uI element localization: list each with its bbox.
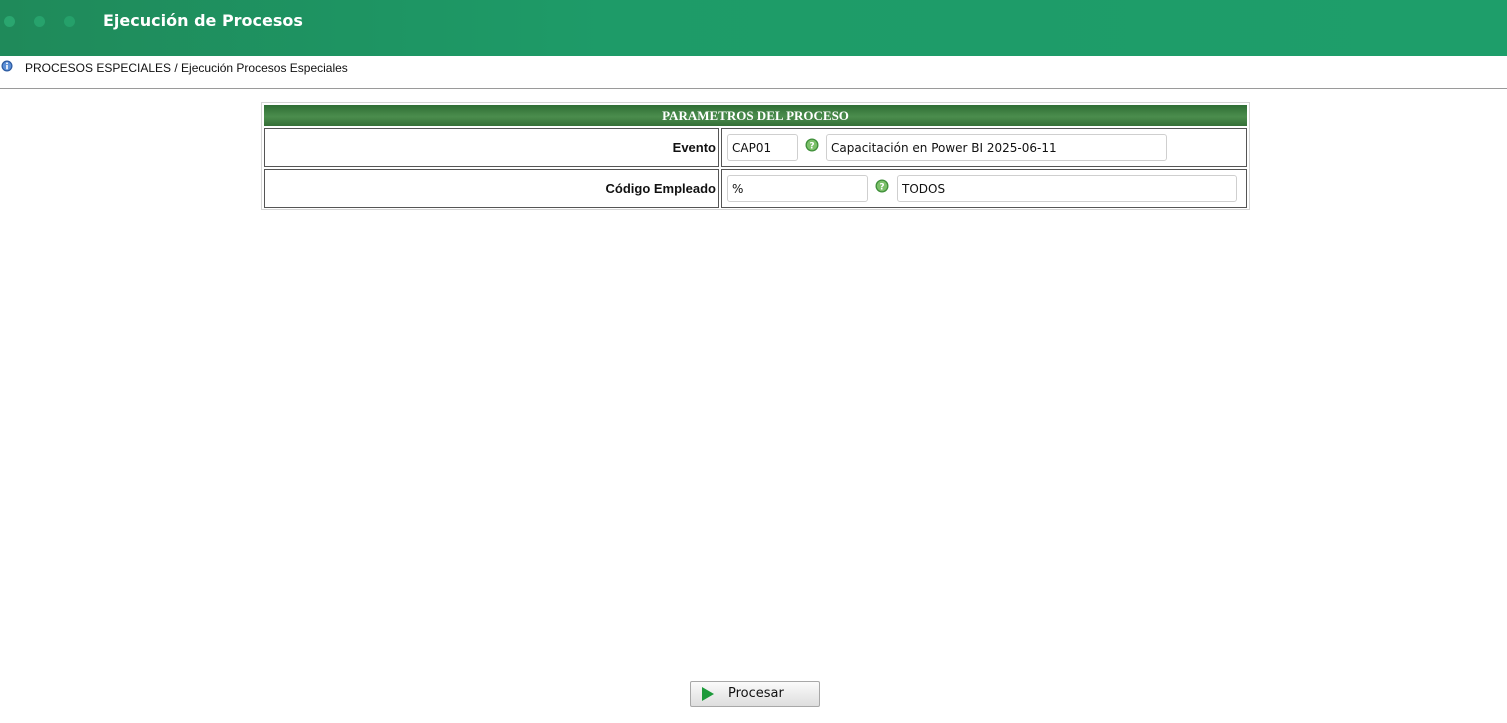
evento-label: Evento: [264, 128, 719, 167]
process-parameters-panel: PARAMETROS DEL PROCESO Evento ? Código E…: [261, 102, 1250, 210]
evento-code-input[interactable]: [727, 134, 798, 161]
window-dot-2: [34, 16, 45, 27]
procesar-button-label: Procesar: [728, 686, 784, 701]
page-title: Ejecución de Procesos: [103, 11, 303, 30]
empleado-description-input[interactable]: [897, 175, 1237, 202]
procesar-button[interactable]: Procesar: [690, 681, 820, 707]
play-icon: [702, 687, 714, 701]
parameters-header: PARAMETROS DEL PROCESO: [264, 105, 1247, 126]
svg-text:?: ?: [879, 182, 884, 192]
evento-value-cell: ?: [721, 128, 1247, 167]
info-icon: [1, 60, 13, 72]
codigo-empleado-value-cell: ?: [721, 169, 1247, 208]
app-header: Ejecución de Procesos: [0, 0, 1507, 56]
empleado-help-icon[interactable]: ?: [875, 179, 889, 193]
codigo-empleado-label: Código Empleado: [264, 169, 719, 208]
evento-description-input[interactable]: [826, 134, 1167, 161]
evento-help-icon[interactable]: ?: [805, 138, 819, 152]
svg-text:?: ?: [809, 141, 814, 151]
window-dot-3: [64, 16, 75, 27]
window-dot-1: [4, 16, 15, 27]
breadcrumb: PROCESOS ESPECIALES / Ejecución Procesos…: [0, 58, 1507, 89]
codigo-empleado-input[interactable]: [727, 175, 868, 202]
breadcrumb-text: PROCESOS ESPECIALES / Ejecución Procesos…: [25, 61, 348, 75]
